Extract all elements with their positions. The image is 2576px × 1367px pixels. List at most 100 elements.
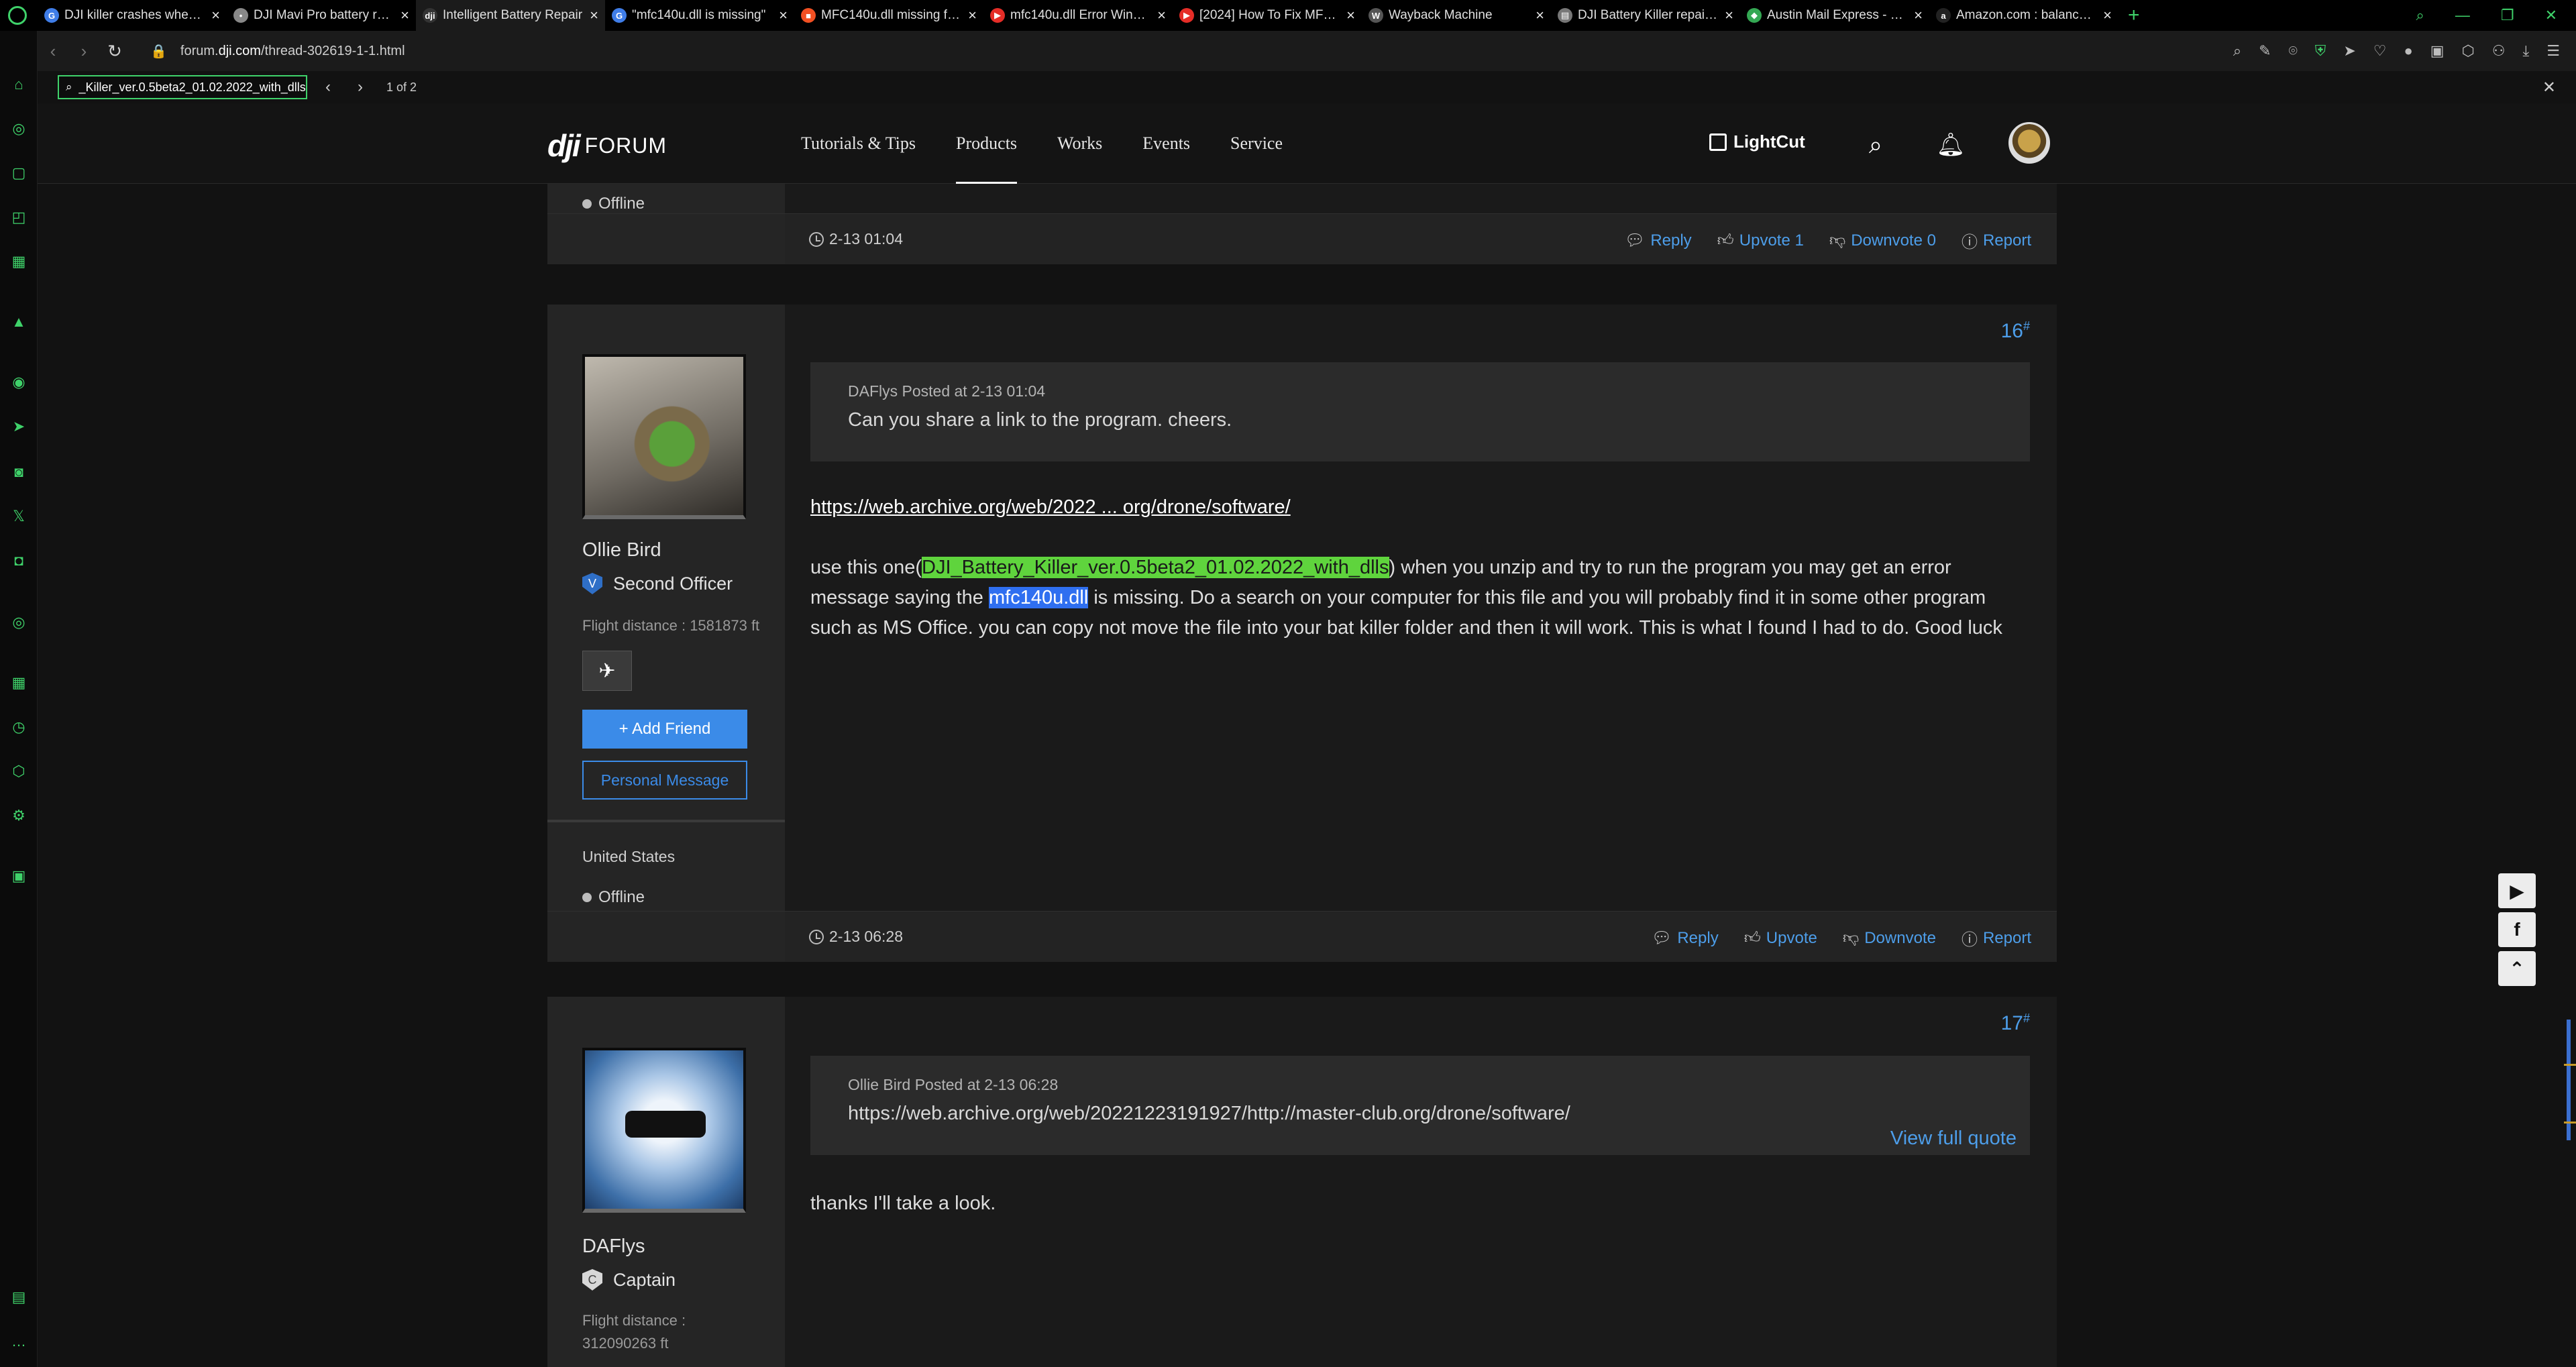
facebook-share-icon[interactable]: f [2498,912,2536,947]
floor-number[interactable]: 17# [2001,1011,2030,1035]
upvote-button[interactable]: 👍︎ Upvote [1744,929,1817,948]
tab-close-icon[interactable]: × [2103,7,2112,24]
browser-tab[interactable]: ▶ [2024] How To Fix MFC140 × [1173,0,1362,31]
browser-tab[interactable]: W Wayback Machine × [1362,0,1551,31]
close-window-button[interactable]: ✕ [2545,7,2557,24]
tab-close-icon[interactable]: × [968,7,977,24]
profile-icon[interactable]: ⚇ [2492,42,2506,60]
browser-tab[interactable]: ◆ Austin Mail Express - Goog × [1740,0,1929,31]
floor-number[interactable]: 16# [2001,319,2030,343]
instagram-icon[interactable]: ◙ [9,463,28,482]
bell-icon[interactable]: 🔔︎ [1936,130,1966,160]
menu-icon[interactable]: ☰ [2546,42,2560,60]
view-full-quote-link[interactable]: View full quote [1890,1128,2017,1150]
speed-dial-icon[interactable]: ⌂ [9,75,28,94]
telegram-icon[interactable]: ➤ [9,417,28,436]
tab-close-icon[interactable]: × [211,7,220,24]
find-previous-button[interactable]: ‹ [317,78,339,97]
extension-icon[interactable]: ● [2404,42,2412,60]
personal-message-button[interactable]: Personal Message [582,761,747,800]
search-tabs-icon[interactable]: ⌕ [2416,7,2424,24]
restore-button[interactable]: ❐ [2501,7,2514,24]
tab-close-icon[interactable]: × [1914,7,1923,24]
browser-tab[interactable]: G "mfc140u.dll is missing" × [605,0,794,31]
extensions-sidebar-icon[interactable]: ⬡ [9,762,28,781]
tab-close-icon[interactable]: × [1725,7,1733,24]
x-twitter-icon[interactable]: 𝕏 [9,507,28,526]
nav-products[interactable]: Products [936,103,1037,184]
add-friend-button[interactable]: + Add Friend [582,710,747,749]
report-button[interactable]: ⓘ Report [1962,926,2031,950]
heart-icon[interactable]: ♡ [2373,42,2387,60]
minimize-button[interactable]: — [2455,7,2470,24]
messenger-icon[interactable]: ◰ [9,208,28,227]
opera-logo-icon[interactable] [8,6,27,25]
reload-icon[interactable]: ↻ [99,41,130,62]
discord-icon[interactable]: ◘ [9,551,28,570]
zoom-icon[interactable]: ⌕ [2233,42,2241,60]
author-photo-drone[interactable] [582,1048,746,1213]
download-icon[interactable]: ⤓ [2523,42,2530,60]
author-photo-parrot[interactable] [582,354,746,519]
history-icon[interactable]: ◷ [9,718,28,736]
camera-icon[interactable]: ⌾ [2289,42,2298,60]
tab-close-icon[interactable]: × [1346,7,1355,24]
search-icon[interactable]: ⌕ [1861,130,1890,160]
youtube-share-icon[interactable]: ▶ [2498,873,2536,908]
workspaces-icon[interactable]: ▢ [9,164,28,182]
browser-tab[interactable]: • DJI Mavi Pro battery reset × [227,0,416,31]
forward-button[interactable]: › [68,41,99,62]
dji-forum-logo[interactable]: dji FORUM [547,127,667,164]
nav-events[interactable]: Events [1122,103,1210,184]
tinder-icon[interactable]: ▲ [9,313,28,331]
lightcut-link[interactable]: LightCut [1709,131,1805,152]
send-icon[interactable]: ➤ [2343,42,2355,60]
archive-link[interactable]: https://web.archive.org/web/2022 ... org… [810,496,1291,518]
author-username[interactable]: DAFlys [582,1236,645,1258]
pinboards-icon[interactable]: ▦ [9,673,28,692]
author-username[interactable]: Ollie Bird [582,539,661,561]
browser-tab[interactable]: a Amazon.com : balance ball × [1929,0,2118,31]
downvote-button[interactable]: 👎︎ Downvote 0 [1829,231,1936,250]
player-icon[interactable]: ◎ [9,613,28,632]
browser-tab[interactable]: G DJI killer crashes when cle... × [38,0,227,31]
whatsapp-icon[interactable]: ◉ [9,373,28,392]
aria-icon[interactable]: ◎ [9,119,28,138]
new-tab-button[interactable]: + [2128,4,2140,27]
tab-close-icon[interactable]: × [400,7,409,24]
url-field[interactable]: forum.dji.com/thread-302619-1-1.html [180,44,405,59]
find-next-button[interactable]: › [349,78,372,97]
apps-icon[interactable]: ▦ [9,252,28,271]
tab-close-icon[interactable]: × [779,7,788,24]
nav-works[interactable]: Works [1037,103,1122,184]
browser-tab[interactable]: ▤ DJI Battery Killer repairing × [1551,0,1740,31]
tab-close-icon[interactable]: × [1157,7,1166,24]
wallet-icon[interactable]: ▣ [2430,42,2445,60]
sidebar-setup-icon[interactable]: ▤ [9,1288,28,1307]
tab-close-icon[interactable]: × [590,7,598,24]
nav-service[interactable]: Service [1210,103,1303,184]
back-to-top-icon[interactable]: ⌃ [2498,951,2536,986]
back-button[interactable]: ‹ [38,41,68,62]
tab-close-icon[interactable]: × [1536,7,1544,24]
upvote-button[interactable]: 👍︎ Upvote 1 [1717,231,1804,250]
lock-icon[interactable]: 🔒 [150,43,167,60]
wallet-sidebar-icon[interactable]: ▣ [9,867,28,885]
find-close-button[interactable]: ✕ [2542,78,2556,97]
user-avatar[interactable] [2008,122,2050,164]
nav-tutorials[interactable]: Tutorials & Tips [781,103,936,184]
settings-icon[interactable]: ⚙ [9,806,28,825]
cube-icon[interactable]: ⬡ [2462,42,2475,60]
browser-tab[interactable]: dji Intelligent Battery Repair × [416,0,605,31]
edit-icon[interactable]: ✎ [2259,42,2271,60]
author-status: Offline [582,888,645,907]
reply-button[interactable]: 💬︎ Reply [1625,231,1692,250]
reply-button[interactable]: 💬︎ Reply [1652,928,1719,948]
find-input[interactable]: ⌕ _Killer_ver.0.5beta2_01.02.2022_with_d… [58,75,307,99]
vpn-shield-icon[interactable]: ⛨ [2315,42,2326,60]
browser-tab[interactable]: ■ MFC140u.dll missing from × [794,0,983,31]
browser-tab[interactable]: ▶ mfc140u.dll Error Windows × [983,0,1173,31]
report-button[interactable]: ⓘ Report [1962,229,2031,252]
more-icon[interactable]: … [9,1332,28,1351]
downvote-button[interactable]: 👎︎ Downvote [1843,929,1936,948]
